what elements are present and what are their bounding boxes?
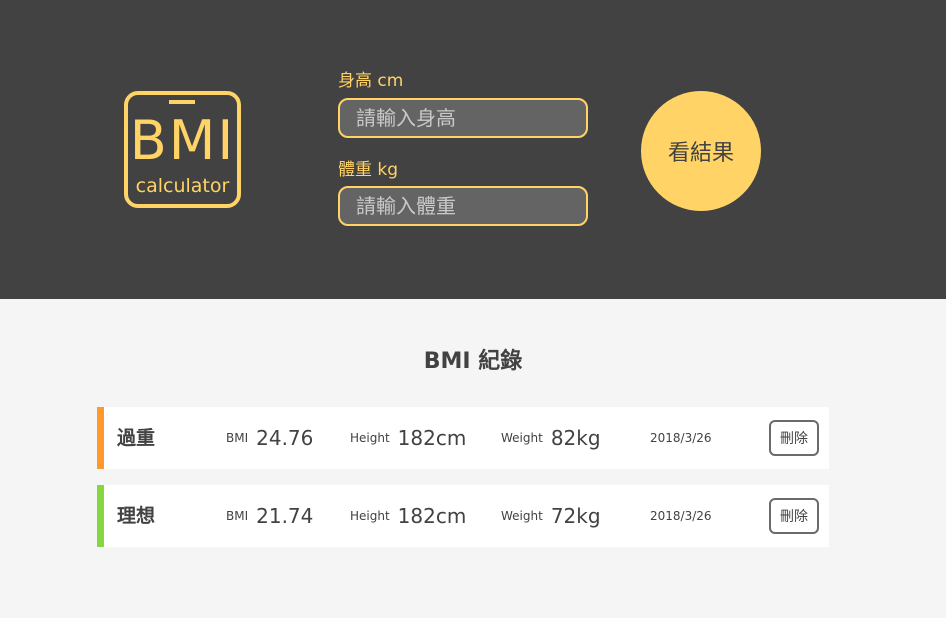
height-value: 182cm bbox=[397, 426, 467, 450]
bmi-label: BMI bbox=[226, 431, 249, 445]
record-height: Height 182cm bbox=[350, 407, 466, 469]
record-weight: Weight 82kg bbox=[501, 407, 601, 469]
record-row: 理想 BMI 21.74 Height 182cm Weight 72kg 20… bbox=[97, 485, 829, 547]
weight-metric-label: Weight bbox=[501, 509, 543, 523]
bmi-logo: BMI calculator bbox=[124, 91, 241, 208]
record-bmi: BMI 24.76 bbox=[226, 407, 313, 469]
bmi-value: 24.76 bbox=[256, 426, 314, 450]
record-weight: Weight 72kg bbox=[501, 485, 601, 547]
height-value: 182cm bbox=[397, 504, 467, 528]
weight-value: 72kg bbox=[550, 504, 601, 528]
weight-label: 體重 kg bbox=[338, 160, 399, 180]
height-input[interactable] bbox=[338, 98, 588, 138]
record-bmi: BMI 21.74 bbox=[226, 485, 313, 547]
logo-subtitle: calculator bbox=[135, 175, 230, 197]
delete-button[interactable]: 刪除 bbox=[769, 498, 819, 534]
height-label: 身高 cm bbox=[338, 71, 404, 91]
height-metric-label: Height bbox=[350, 431, 390, 445]
record-row: 過重 BMI 24.76 Height 182cm Weight 82kg 20… bbox=[97, 407, 829, 469]
record-height: Height 182cm bbox=[350, 485, 466, 547]
record-status: 理想 bbox=[117, 505, 156, 527]
record-status: 過重 bbox=[117, 427, 156, 449]
height-metric-label: Height bbox=[350, 509, 390, 523]
logo-word: BMI bbox=[129, 109, 236, 172]
records-title: BMI 紀錄 bbox=[423, 349, 523, 374]
weight-metric-label: Weight bbox=[501, 431, 543, 445]
bmi-value: 21.74 bbox=[256, 504, 314, 528]
delete-button[interactable]: 刪除 bbox=[769, 420, 819, 456]
record-date: 2018/3/26 bbox=[650, 431, 712, 445]
see-result-button[interactable]: 看結果 bbox=[641, 91, 761, 211]
header: BMI calculator 身高 cm 體重 kg 看結果 bbox=[0, 0, 946, 299]
weight-input[interactable] bbox=[338, 186, 588, 226]
bmi-label: BMI bbox=[226, 509, 249, 523]
weight-value: 82kg bbox=[550, 426, 601, 450]
record-date: 2018/3/26 bbox=[650, 509, 712, 523]
